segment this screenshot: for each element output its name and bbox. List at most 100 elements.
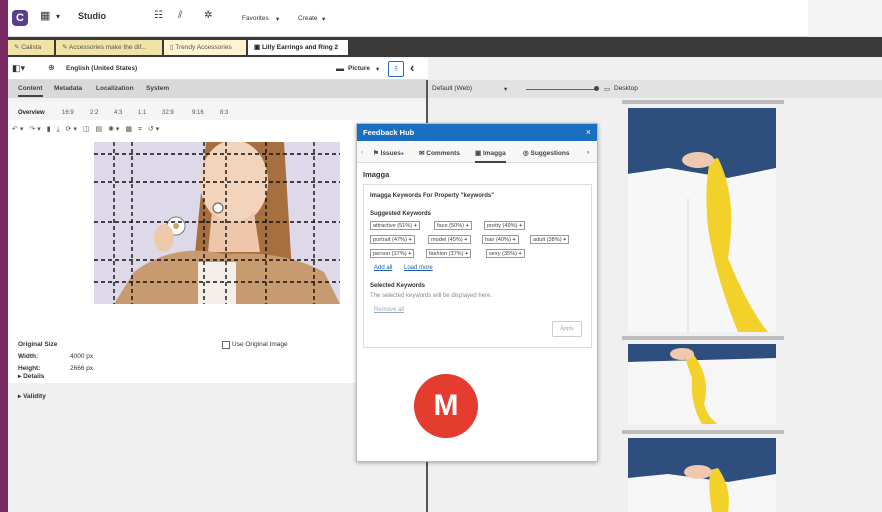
- details-section[interactable]: ▸ Details: [18, 372, 44, 380]
- locale-label[interactable]: English (United States): [66, 65, 137, 72]
- product-image[interactable]: [94, 142, 340, 304]
- tabs-next-icon[interactable]: ›: [587, 149, 589, 156]
- keyword-chip[interactable]: hair (40%) +: [482, 235, 519, 244]
- validity-section[interactable]: ▸ Validity: [18, 392, 46, 400]
- apps-grid-icon[interactable]: ▦: [40, 9, 50, 22]
- subtab-metadata[interactable]: Metadata: [54, 85, 82, 92]
- denim-scarf-image: [628, 344, 776, 424]
- width-label: Width:: [18, 353, 39, 360]
- favorites-menu[interactable]: Favorites: [242, 15, 269, 22]
- top-bar: C ▦ ▾ Studio ☷ ⫽ ✲ Favorites ▾ Create ▾: [8, 0, 808, 37]
- crop-icon[interactable]: ⌗: [138, 126, 144, 133]
- doc-tab-accessories[interactable]: ✎ Accessories make the dif...: [56, 40, 162, 55]
- plus-icon[interactable]: +: [519, 223, 522, 229]
- plus-icon[interactable]: +: [414, 223, 417, 229]
- preview-toolbar: Default (Web) ▾ ▭ Desktop: [428, 80, 882, 98]
- ratio-tab-1-1[interactable]: 1:1: [138, 110, 146, 116]
- filter-icon[interactable]: ▤: [95, 126, 104, 133]
- download-icon[interactable]: ⤓: [57, 126, 62, 133]
- keyword-chip[interactable]: attractive (51%) +: [370, 221, 421, 230]
- ratio-tab-2-2[interactable]: 2:2: [90, 110, 98, 116]
- device-chevron-icon[interactable]: ▾: [504, 85, 507, 93]
- tab-comments[interactable]: ✉ Comments: [419, 149, 460, 157]
- keyword-chip[interactable]: adult (38%) +: [530, 235, 570, 244]
- plus-icon[interactable]: +: [563, 237, 566, 243]
- keyword-chip[interactable]: portrait (47%) +: [370, 235, 415, 244]
- redo-icon[interactable]: ↷▾: [29, 126, 42, 133]
- ratio-tab-32-9[interactable]: 32:9: [162, 110, 174, 116]
- layout-toggle-icon[interactable]: ◧▾: [12, 63, 25, 74]
- app-logo-icon[interactable]: C: [12, 10, 28, 26]
- remove-all-link[interactable]: Remove all: [374, 307, 404, 313]
- apps-dropdown-icon[interactable]: ▾: [56, 12, 60, 21]
- keyword-chip[interactable]: model (45%) +: [428, 235, 471, 244]
- denim-scarf-image: [628, 108, 776, 332]
- add-all-link[interactable]: Add all: [374, 265, 392, 271]
- plus-icon[interactable]: +: [465, 251, 468, 257]
- tab-imagga[interactable]: ▣ Imagga: [475, 149, 506, 163]
- plus-icon[interactable]: +: [519, 251, 522, 257]
- plus-icon[interactable]: +: [466, 223, 469, 229]
- keyword-chip[interactable]: face (50%) +: [434, 221, 472, 230]
- doc-tab-trendy[interactable]: ▯ Trendy Accessories: [164, 40, 246, 55]
- keyword-chip[interactable]: person (37%) +: [370, 249, 415, 258]
- doc-tab-lilly[interactable]: ▣ Lilly Earrings and Ring 2 ×: [248, 40, 348, 66]
- preview-image-large[interactable]: [628, 108, 776, 332]
- tabs-prev-icon[interactable]: ‹: [361, 149, 363, 156]
- preview-image-small[interactable]: [628, 438, 776, 512]
- reset-icon[interactable]: ↺▾: [148, 126, 161, 133]
- notification-dot-icon: ●: [400, 151, 404, 157]
- flip-icon[interactable]: ◫: [83, 126, 92, 133]
- rotate-icon[interactable]: ⟳▾: [66, 126, 79, 133]
- picture-type-select[interactable]: Picture: [348, 65, 370, 72]
- feedback-hub-header: Feedback Hub ×: [357, 124, 597, 141]
- plus-icon[interactable]: +: [408, 251, 411, 257]
- tab-issues[interactable]: ⚑ Issues●: [373, 149, 404, 157]
- plus-icon[interactable]: +: [464, 237, 467, 243]
- ratio-tab-overview[interactable]: Overview: [18, 110, 45, 116]
- ratio-tab-4-3[interactable]: 4:3: [114, 110, 122, 116]
- library-icon[interactable]: ☷: [154, 10, 163, 21]
- viewport-slider-handle[interactable]: [594, 86, 599, 91]
- picture-icon: ▣: [254, 44, 262, 51]
- create-menu[interactable]: Create: [298, 15, 318, 22]
- load-more-link[interactable]: Load more: [404, 265, 433, 271]
- top-right-area: [808, 0, 882, 36]
- undo-icon[interactable]: ↶▾: [12, 126, 25, 133]
- feedback-hub-bulb-icon[interactable]: ♁: [388, 61, 404, 77]
- keyword-chip[interactable]: sexy (35%) +: [486, 249, 525, 258]
- preview-image-medium[interactable]: [628, 344, 776, 424]
- image-tools-row: ↶▾ ↷▾ ▮ ⤓ ⟳▾ ◫ ▤ ✺▾ ▦ ⌗ ↺▾: [12, 125, 161, 134]
- apply-button[interactable]: Apply: [552, 321, 582, 337]
- create-chevron-icon[interactable]: ▾: [322, 15, 325, 23]
- form-subtabs: Content Metadata Localization System: [8, 80, 426, 98]
- ratio-tab-16-9[interactable]: 16:9: [62, 110, 74, 116]
- picture-chevron-icon[interactable]: ▾: [376, 65, 379, 73]
- collapse-left-icon[interactable]: ‹: [410, 60, 414, 75]
- favorites-chevron-icon[interactable]: ▾: [276, 15, 279, 23]
- brightness-icon[interactable]: ✺▾: [108, 126, 121, 133]
- doc-tab-calista[interactable]: ✎ Calista: [8, 40, 54, 55]
- keyword-chip[interactable]: pretty (49%) +: [484, 221, 526, 230]
- ratio-tab-8-3[interactable]: 8:3: [220, 110, 228, 116]
- workflow-icon[interactable]: ✲: [204, 10, 212, 21]
- plus-icon[interactable]: +: [512, 237, 515, 243]
- flag-icon: ⚑: [373, 150, 381, 157]
- device-select[interactable]: Default (Web): [432, 85, 472, 92]
- picture-type-icon: ▬: [336, 64, 344, 73]
- delete-icon[interactable]: ▮: [47, 126, 53, 133]
- keyword-chip[interactable]: fashion (37%) +: [426, 249, 472, 258]
- grid-icon[interactable]: ▦: [125, 126, 134, 133]
- viewport-slider[interactable]: [526, 89, 596, 90]
- close-icon[interactable]: ×: [586, 127, 591, 137]
- ratio-tab-9-16[interactable]: 9:16: [192, 110, 204, 116]
- subtab-localization[interactable]: Localization: [96, 85, 134, 92]
- keywords-title: Imagga Keywords For Property "keywords": [370, 193, 495, 199]
- use-original-checkbox[interactable]: [222, 341, 230, 349]
- columns-icon[interactable]: ⫽: [178, 10, 182, 21]
- plus-icon[interactable]: +: [408, 237, 411, 243]
- tab-suggestions[interactable]: ◎ Suggestions: [523, 149, 570, 157]
- subtab-content[interactable]: Content: [18, 85, 43, 97]
- subtab-system[interactable]: System: [146, 85, 169, 92]
- preview-divider: [622, 336, 784, 340]
